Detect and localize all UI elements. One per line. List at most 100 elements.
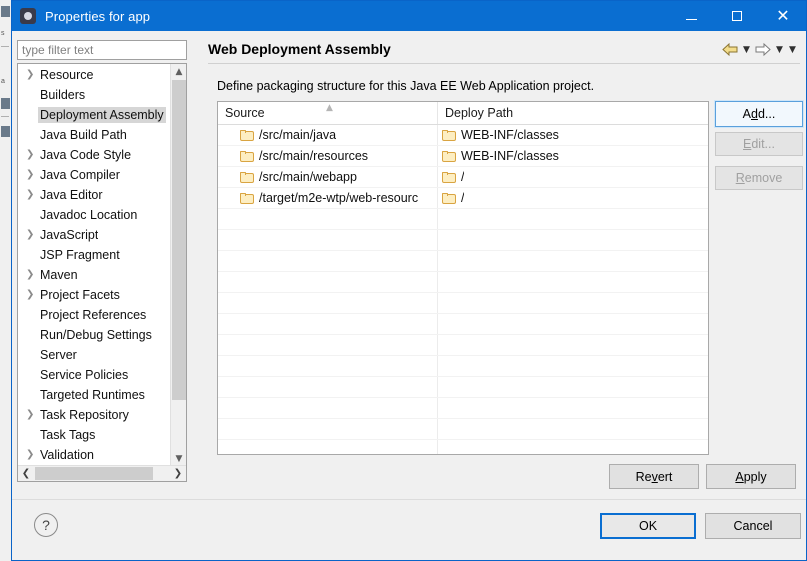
table-row-empty[interactable] — [218, 440, 708, 454]
sidebar-item-javadoc-location[interactable]: ❯Javadoc Location — [18, 205, 170, 225]
table-row[interactable]: /src/main/java WEB-INF/classes — [218, 125, 708, 146]
table-row-empty[interactable] — [218, 398, 708, 419]
table-row-empty[interactable] — [218, 251, 708, 272]
cell-source — [218, 293, 438, 313]
table-row-empty[interactable] — [218, 230, 708, 251]
folder-icon — [442, 129, 456, 141]
expand-arrow-icon[interactable]: ❯ — [26, 70, 40, 80]
tree-horizontal-thumb[interactable] — [35, 467, 153, 480]
sidebar-item-java-code-style[interactable]: ❯ Java Code Style — [18, 145, 170, 165]
settings-tree[interactable]: ❯Resource❯Builders❯Deployment Assembly❯J… — [17, 63, 187, 482]
cell-deploy-path — [438, 398, 707, 418]
table-row[interactable]: /target/m2e-wtp/web-resourc / — [218, 188, 708, 209]
sidebar-item-label: Service Policies — [40, 368, 129, 382]
add-button[interactable]: Add... — [715, 101, 803, 127]
sidebar-item-label: Deployment Assembly — [38, 107, 166, 123]
maximize-button[interactable] — [714, 1, 760, 31]
table-row-empty[interactable] — [218, 293, 708, 314]
cell-source-text: /src/main/resources — [259, 149, 369, 163]
sidebar-item-label: Java Compiler — [40, 168, 120, 182]
sidebar-item-label: Maven — [40, 268, 78, 282]
sidebar-item-label: Builders — [40, 88, 86, 102]
sidebar-item-task-tags[interactable]: ❯Task Tags — [18, 425, 170, 445]
help-button[interactable]: ? — [34, 513, 58, 537]
tree-vertical-scrollbar[interactable]: ▲ ▼ — [170, 64, 186, 467]
revert-button-label: Revert — [635, 469, 673, 484]
filter-input[interactable]: type filter text — [17, 40, 187, 60]
apply-button[interactable]: Apply — [706, 464, 796, 489]
bg-text-1: s — [1, 30, 5, 37]
table-row-empty[interactable] — [218, 356, 708, 377]
table-row-empty[interactable] — [218, 272, 708, 293]
cell-deploy-path: / — [438, 188, 707, 208]
expand-arrow-icon[interactable]: ❯ — [26, 170, 40, 180]
close-button[interactable]: ✕ — [760, 1, 806, 31]
expand-arrow-icon[interactable]: ❯ — [26, 150, 40, 160]
sidebar-item-java-build-path[interactable]: ❯Java Build Path — [18, 125, 170, 145]
table-row[interactable]: /src/main/resources WEB-INF/classes — [218, 146, 708, 167]
sidebar-item-resource[interactable]: ❯ Resource — [18, 65, 170, 85]
cell-deploy-path — [438, 377, 707, 397]
sidebar-item-label: Java Editor — [40, 188, 103, 202]
cell-deploy-path — [438, 314, 707, 334]
ok-button[interactable]: OK — [600, 513, 696, 539]
more-dropdown-icon[interactable]: ▼ — [787, 43, 798, 57]
sidebar-item-run-debug-settings[interactable]: ❯Run/Debug Settings — [18, 325, 170, 345]
tree-vertical-thumb[interactable] — [172, 80, 186, 400]
cell-source — [218, 272, 438, 292]
sidebar-item-builders[interactable]: ❯Builders — [18, 85, 170, 105]
edit-button[interactable]: Edit... — [715, 132, 803, 156]
sidebar-item-project-facets[interactable]: ❯ Project Facets — [18, 285, 170, 305]
remove-button[interactable]: Remove — [715, 166, 803, 190]
sidebar-item-java-compiler[interactable]: ❯ Java Compiler — [18, 165, 170, 185]
table-row-empty[interactable] — [218, 377, 708, 398]
cell-source-text: /target/m2e-wtp/web-resourc — [259, 191, 419, 205]
sidebar-item-validation[interactable]: ❯ Validation — [18, 445, 170, 465]
scroll-up-icon[interactable]: ▲ — [171, 64, 186, 80]
assembly-table[interactable]: Source ▲ Deploy Path /src/main/java WEB-I… — [217, 101, 709, 455]
forward-dropdown-icon[interactable]: ▼ — [774, 43, 785, 57]
sidebar-item-maven[interactable]: ❯ Maven — [18, 265, 170, 285]
expand-arrow-icon[interactable]: ❯ — [26, 190, 40, 200]
back-dropdown-icon[interactable]: ▼ — [741, 43, 752, 57]
back-arrow-icon[interactable] — [721, 42, 739, 57]
cancel-button[interactable]: Cancel — [705, 513, 801, 539]
scroll-right-icon[interactable]: ❯ — [170, 466, 186, 481]
sidebar-item-javascript[interactable]: ❯ JavaScript — [18, 225, 170, 245]
folder-icon — [240, 150, 254, 162]
dialog-titlebar: Properties for app ✕ — [12, 1, 806, 31]
revert-button[interactable]: Revert — [609, 464, 699, 489]
sidebar-item-task-repository[interactable]: ❯ Task Repository — [18, 405, 170, 425]
sidebar-item-targeted-runtimes[interactable]: ❯Targeted Runtimes — [18, 385, 170, 405]
properties-dialog: Properties for app ✕ type filter text ❯ R… — [11, 0, 807, 561]
sidebar-item-label: Validation — [40, 448, 94, 462]
table-row-empty[interactable] — [218, 209, 708, 230]
expand-arrow-icon[interactable]: ❯ — [26, 270, 40, 280]
sidebar-item-project-references[interactable]: ❯Project References — [18, 305, 170, 325]
minimize-icon — [685, 18, 697, 20]
cell-deploy-path — [438, 272, 707, 292]
column-header-deploy-path[interactable]: Deploy Path — [438, 102, 707, 124]
sidebar-item-label: Resource — [40, 68, 94, 82]
cell-source — [218, 419, 438, 439]
expand-arrow-icon[interactable]: ❯ — [26, 290, 40, 300]
expand-arrow-icon[interactable]: ❯ — [26, 230, 40, 240]
forward-arrow-icon[interactable] — [754, 42, 772, 57]
cell-source — [218, 398, 438, 418]
scroll-left-icon[interactable]: ❮ — [18, 466, 34, 481]
minimize-button[interactable] — [668, 1, 714, 31]
table-row-empty[interactable] — [218, 335, 708, 356]
folder-icon — [442, 192, 456, 204]
sidebar-item-server[interactable]: ❯Server — [18, 345, 170, 365]
tree-horizontal-scrollbar[interactable]: ❮ ❯ — [18, 465, 186, 481]
table-row-empty[interactable] — [218, 314, 708, 335]
sidebar-item-service-policies[interactable]: ❯Service Policies — [18, 365, 170, 385]
sidebar-item-java-editor[interactable]: ❯ Java Editor — [18, 185, 170, 205]
sidebar-item-deployment-assembly[interactable]: ❯Deployment Assembly — [18, 105, 170, 125]
table-row-empty[interactable] — [218, 419, 708, 440]
expand-arrow-icon[interactable]: ❯ — [26, 450, 40, 460]
table-row[interactable]: /src/main/webapp / — [218, 167, 708, 188]
expand-arrow-icon[interactable]: ❯ — [26, 410, 40, 420]
sidebar-item-jsp-fragment[interactable]: ❯JSP Fragment — [18, 245, 170, 265]
add-button-label: Add... — [742, 107, 776, 121]
